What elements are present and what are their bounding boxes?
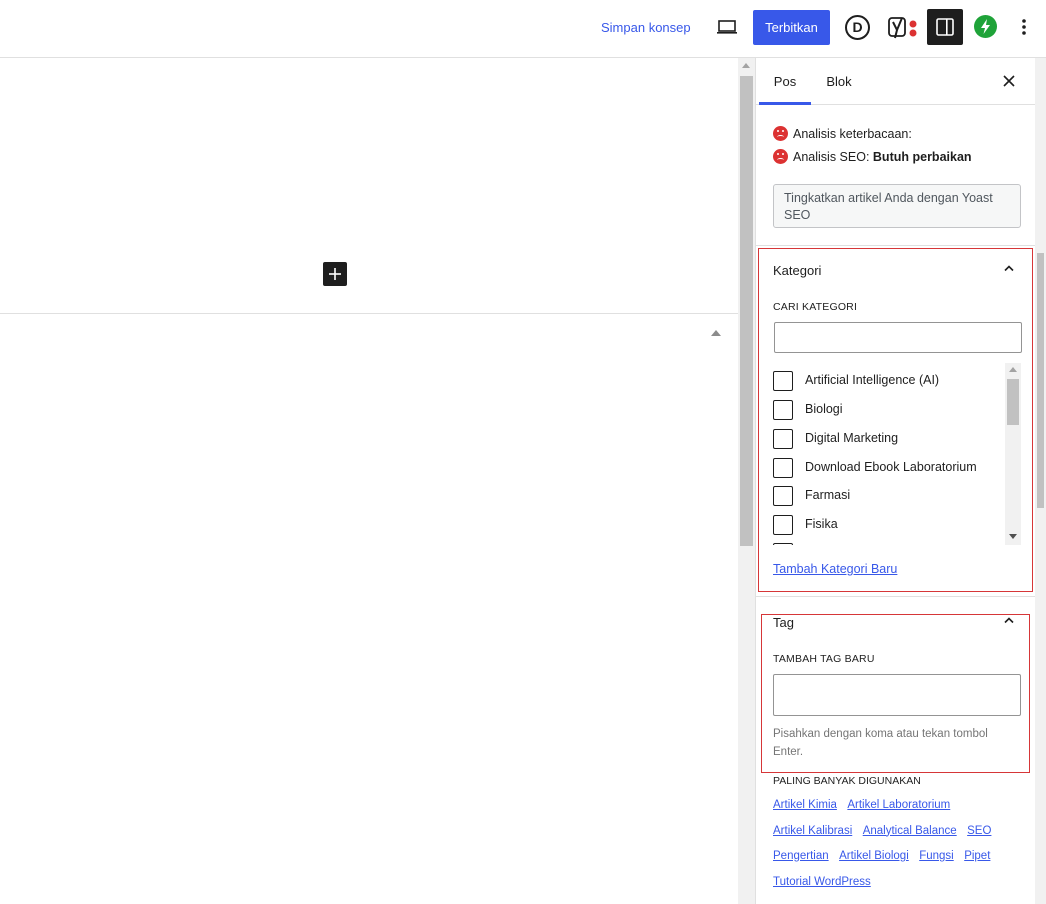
seo-status-value: Butuh perbaikan [872,150,972,164]
tag-link[interactable]: Artikel Biologi [839,850,909,862]
bolt-icon[interactable] [974,15,997,38]
canvas-divider [0,313,738,314]
more-vertical-icon[interactable] [1016,14,1032,40]
tag-link[interactable]: Fungsi [919,850,954,862]
tag-link[interactable]: Artikel Kalibrasi [773,825,852,837]
editor-canvas[interactable] [0,58,738,904]
tab-block[interactable]: Blok [814,58,864,105]
scroll-up-icon[interactable] [742,63,750,68]
scrollbar-thumb[interactable] [1037,253,1044,508]
yoast-icon[interactable] [887,15,919,41]
divider [756,596,1036,597]
yoast-upgrade-button[interactable]: Tingkatkan artikel Anda dengan Yoast SEO [773,184,1021,228]
tag-link[interactable]: Analytical Balance [863,825,957,837]
scrollbar-thumb[interactable] [740,76,753,546]
sad-face-icon [773,126,788,141]
laptop-icon[interactable] [716,17,738,37]
sad-face-icon [773,149,788,164]
publish-button[interactable]: Terbitkan [753,10,830,45]
tags-highlight-box [761,614,1030,773]
add-block-button[interactable] [323,262,347,286]
sidebar-toggle-icon [936,18,954,36]
tag-link[interactable]: Artikel Laboratorium [847,799,950,811]
close-icon[interactable] [999,71,1019,91]
divider [756,245,1036,246]
meta-boxes-toggle-icon[interactable] [711,330,721,336]
categories-highlight-box [758,248,1033,592]
divi-icon[interactable]: D [845,15,870,40]
editor-header: Simpan konsep Terbitkan D [0,0,1046,58]
most-used-tags-label: PALING BANYAK DIGUNAKAN [773,775,921,787]
tag-link[interactable]: Tutorial WordPress [773,876,871,888]
plus-icon [329,268,341,280]
seo-status: Analisis SEO: Butuh perbaikan [773,149,972,164]
tab-post[interactable]: Pos [759,58,811,105]
editor-scrollbar[interactable] [738,58,755,904]
tag-link[interactable]: Pipet [964,850,990,862]
tag-link[interactable]: Artikel Kimia [773,799,837,811]
tag-link[interactable]: Pengertian [773,850,829,862]
tag-link[interactable]: SEO [967,825,991,837]
readability-label: Analisis keterbacaan: [793,127,912,141]
most-used-tags: Artikel Kimia Artikel Laboratorium Artik… [773,792,1023,894]
seo-label: Analisis SEO: [793,150,870,164]
readability-status: Analisis keterbacaan: [773,126,912,141]
sidebar-scrollbar[interactable] [1035,58,1046,904]
save-draft-button[interactable]: Simpan konsep [601,20,691,35]
sidebar-tabs: Pos Blok [756,58,1036,105]
settings-sidebar-toggle[interactable] [927,9,963,45]
